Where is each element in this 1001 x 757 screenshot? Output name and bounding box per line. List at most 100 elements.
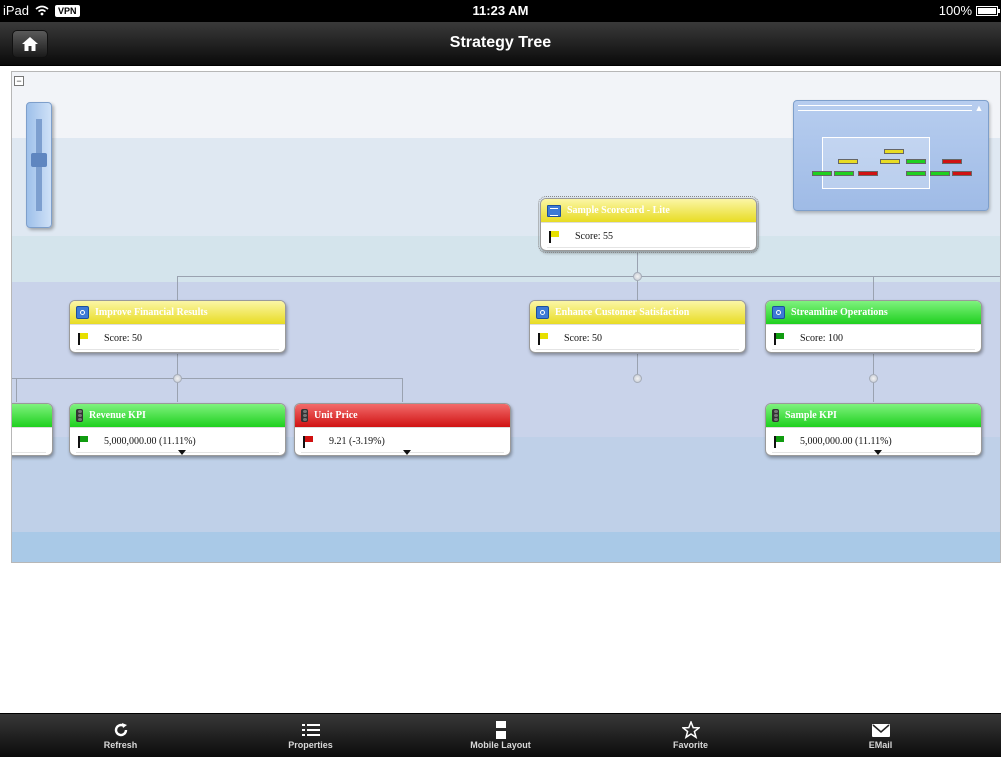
mini-node xyxy=(838,159,858,164)
connector xyxy=(873,276,874,300)
node-header: Streamline Operations xyxy=(766,301,981,324)
connector xyxy=(402,378,403,402)
overview-titlebar xyxy=(798,105,972,111)
node-title: Sample Scorecard - Lite xyxy=(567,205,670,216)
kpi-node[interactable]: Revenue KPI 5,000,000.00 (11.11%) xyxy=(69,403,286,456)
node-title: Streamline Operations xyxy=(791,307,888,318)
node-title: Sample KPI xyxy=(785,410,837,421)
kpi-node-partial[interactable] xyxy=(12,403,53,456)
traffic-light-icon xyxy=(772,409,779,422)
node-body: 5,000,000.00 (11.11%) xyxy=(70,427,285,455)
strategy-tree-canvas[interactable]: − ▲ Sample Scorecard - Lite Score: 55 Im… xyxy=(11,71,1001,563)
node-header xyxy=(12,404,52,427)
mini-node xyxy=(952,171,972,176)
node-body: Score: 100 xyxy=(766,324,981,352)
node-title: Unit Price xyxy=(314,410,358,421)
red-flag-icon xyxy=(303,435,313,448)
favorite-label: Favorite xyxy=(672,740,708,750)
green-flag-icon xyxy=(774,435,784,448)
yellow-flag-icon xyxy=(78,332,88,345)
scorecard-icon xyxy=(547,204,561,217)
overview-map[interactable]: ▲ xyxy=(793,100,989,211)
traffic-light-icon xyxy=(301,409,308,422)
kpi-node[interactable]: Unit Price 9.21 (-3.19%) xyxy=(294,403,511,456)
layout-icon xyxy=(495,720,507,740)
green-flag-icon xyxy=(774,332,784,345)
green-flag-icon xyxy=(78,435,88,448)
expand-arrow-icon[interactable] xyxy=(177,450,186,455)
star-icon xyxy=(681,720,700,740)
band xyxy=(12,532,1000,562)
overview-collapse-icon[interactable]: ▲ xyxy=(974,103,984,113)
properties-button[interactable]: Properties xyxy=(216,714,406,757)
node-score: Score: 100 xyxy=(800,333,844,344)
yellow-flag-icon xyxy=(549,230,559,243)
node-title: Revenue KPI xyxy=(89,410,146,421)
mini-node xyxy=(834,171,854,176)
mobile-layout-label: Mobile Layout xyxy=(470,740,531,750)
email-label: EMail xyxy=(868,740,893,750)
mail-icon xyxy=(871,720,890,740)
expand-node-dot[interactable] xyxy=(869,374,878,383)
refresh-button[interactable]: Refresh xyxy=(26,714,216,757)
favorite-button[interactable]: Favorite xyxy=(596,714,786,757)
objective-node[interactable]: Streamline Operations Score: 100 xyxy=(765,300,982,353)
kpi-value: 9.21 (-3.19%) xyxy=(329,436,385,447)
node-header: Revenue KPI xyxy=(70,404,285,427)
battery-icon xyxy=(976,5,1000,16)
node-header: Sample KPI xyxy=(766,404,981,427)
node-body: Score: 50 xyxy=(70,324,285,352)
expand-arrow-icon[interactable] xyxy=(402,450,411,455)
kpi-value: 5,000,000.00 (11.11%) xyxy=(800,436,892,447)
node-header: Sample Scorecard - Lite xyxy=(541,199,756,222)
connector xyxy=(637,354,638,374)
bottom-toolbar: Refresh Properties Mobile Layout Favorit… xyxy=(0,713,1001,757)
mini-node xyxy=(858,171,878,176)
node-body: 5,000,000.00 (11.11%) xyxy=(766,427,981,455)
node-score: Score: 55 xyxy=(575,231,614,242)
node-title: Enhance Customer Satisfaction xyxy=(555,307,690,318)
mini-node xyxy=(942,159,962,164)
yellow-flag-icon xyxy=(538,332,548,345)
expand-node-dot[interactable] xyxy=(173,374,182,383)
objective-node[interactable]: Enhance Customer Satisfaction Score: 50 xyxy=(529,300,746,353)
expand-node-dot[interactable] xyxy=(633,374,642,383)
node-header: Improve Financial Results xyxy=(70,301,285,324)
node-header: Enhance Customer Satisfaction xyxy=(530,301,745,324)
mobile-layout-button[interactable]: Mobile Layout xyxy=(406,714,596,757)
zoom-thumb[interactable] xyxy=(31,153,47,167)
mini-node xyxy=(906,171,926,176)
connector xyxy=(16,378,17,402)
collapse-toggle[interactable]: − xyxy=(14,76,24,86)
refresh-icon xyxy=(113,720,129,740)
expand-node-dot[interactable] xyxy=(633,272,642,281)
node-score: Score: 50 xyxy=(104,333,143,344)
objective-node[interactable]: Improve Financial Results Score: 50 xyxy=(69,300,286,353)
kpi-node[interactable]: Sample KPI 5,000,000.00 (11.11%) xyxy=(765,403,982,456)
objective-icon xyxy=(536,306,549,319)
mini-node xyxy=(930,171,950,176)
connector xyxy=(177,276,178,300)
kpi-value: 5,000,000.00 (11.11%) xyxy=(104,436,196,447)
traffic-light-icon xyxy=(76,409,83,422)
node-header: Unit Price xyxy=(295,404,510,427)
node-body: Score: 50 xyxy=(530,324,745,352)
email-button[interactable]: EMail xyxy=(786,714,976,757)
connector xyxy=(177,276,1000,277)
refresh-label: Refresh xyxy=(103,740,138,750)
page-title: Strategy Tree xyxy=(449,34,552,51)
nav-bar: Strategy Tree xyxy=(0,22,1001,66)
list-icon xyxy=(301,720,320,740)
expand-arrow-icon[interactable] xyxy=(873,450,882,455)
connector xyxy=(12,378,402,379)
mini-node xyxy=(884,149,904,154)
mini-node xyxy=(880,159,900,164)
zoom-slider[interactable] xyxy=(26,102,52,228)
node-body: 9.21 (-3.19%) xyxy=(295,427,510,455)
node-body xyxy=(12,427,52,455)
scorecard-root-node[interactable]: Sample Scorecard - Lite Score: 55 xyxy=(538,196,759,253)
battery-percent: 100% xyxy=(938,3,972,18)
node-title: Improve Financial Results xyxy=(95,307,208,318)
node-score: Score: 50 xyxy=(564,333,603,344)
objective-icon xyxy=(76,306,89,319)
